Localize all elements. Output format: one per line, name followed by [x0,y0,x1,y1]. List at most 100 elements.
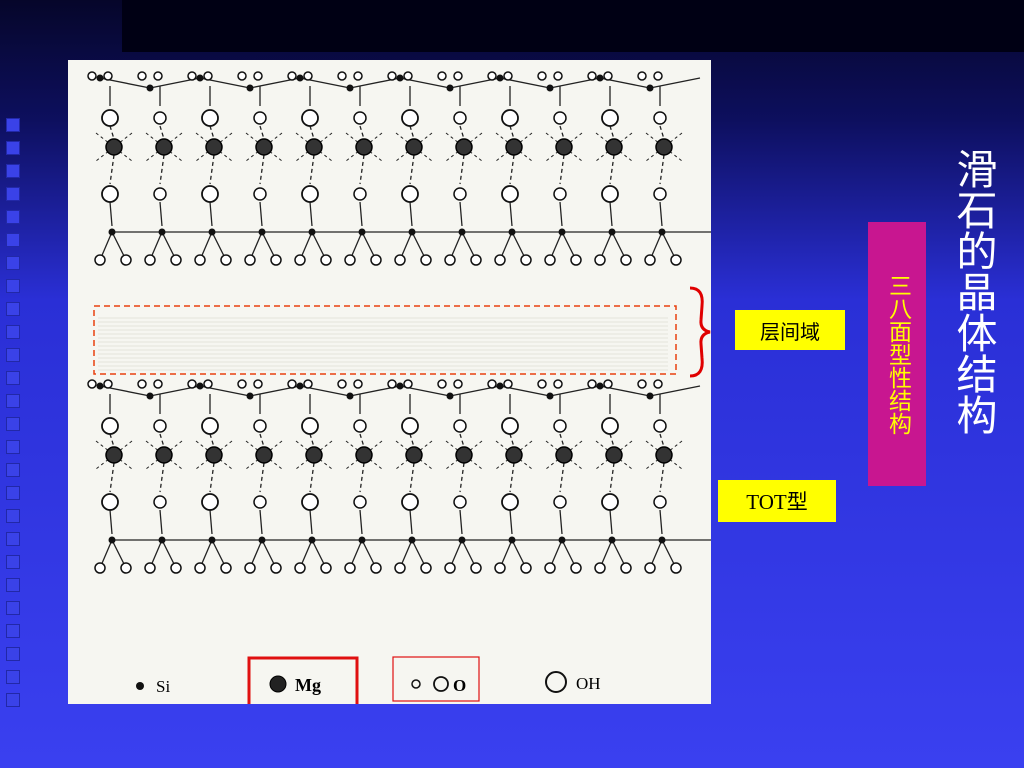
o-atom [544,254,556,266]
legend: Si Mg O OH [136,656,601,704]
bond [309,125,315,140]
si-atom [308,228,316,236]
mg-atom [355,446,373,464]
bond [559,509,563,535]
si-atom [608,536,616,544]
bond [209,125,215,140]
bond [509,509,513,535]
o-atom [170,254,182,266]
bond [609,125,615,140]
o-atom [94,254,106,266]
oh-atom [101,185,119,203]
si-atom [658,228,666,236]
bond [109,433,115,448]
bond [159,154,165,185]
si-atom [596,74,604,82]
legend-o-label: O [453,676,466,695]
interlayer-label: 层间域 [735,310,845,350]
mg-atom [455,138,473,156]
bond [559,154,565,185]
bond [609,433,615,448]
mg-atom [555,138,573,156]
o-atom [387,379,397,389]
o-atom [487,71,497,81]
si-atom [258,536,266,544]
bond [659,462,665,493]
o-atom [253,71,263,81]
bond [409,125,415,140]
bond [459,509,463,535]
si-atom [146,84,154,92]
si-atom [408,228,416,236]
mg-atom [155,446,173,464]
o-atom [144,562,156,574]
bond [609,154,615,185]
oh-atom [201,185,219,203]
oh-atom [301,109,319,127]
si-atom [558,228,566,236]
oh-atom [301,493,319,511]
o-atom [444,254,456,266]
si-atom [146,392,154,400]
bond [559,433,565,448]
si-atom [646,84,654,92]
oh-atom [101,417,119,435]
oh-atom [501,493,519,511]
si-atom [446,392,454,400]
bond [459,125,465,140]
o-atom [194,562,206,574]
oh-atom [401,185,419,203]
si-atom [346,84,354,92]
legend-o-icon [433,676,449,692]
bond [409,433,415,448]
mg-atom [555,446,573,464]
o-atom [153,379,163,389]
o-atom [553,111,567,125]
si-atom [96,382,104,390]
o-atom [653,187,667,201]
o-atom [444,562,456,574]
o-atom [637,379,647,389]
top-dark-bar [122,0,1024,52]
si-atom [508,536,516,544]
o-atom [194,254,206,266]
si-atom [508,228,516,236]
mg-atom [255,446,273,464]
mg-atom [305,446,323,464]
mg-atom [455,446,473,464]
bond [159,462,165,493]
o-atom [353,419,367,433]
si-atom [446,84,454,92]
legend-si-icon [136,682,144,690]
o-atom [520,254,532,266]
si-atom [96,74,104,82]
o-atom [644,254,656,266]
bond [209,509,213,535]
bond [409,154,415,185]
si-atom [296,382,304,390]
slide-title: 滑石的晶体结构 [949,148,997,435]
o-atom [653,111,667,125]
o-atom [187,379,197,389]
si-atom [396,74,404,82]
o-atom [453,187,467,201]
o-atom [387,71,397,81]
oh-atom [601,493,619,511]
si-atom [408,536,416,544]
o-atom [237,379,247,389]
o-atom [553,379,563,389]
o-atom [353,71,363,81]
si-atom [108,228,116,236]
o-atom [494,562,506,574]
oh-atom [201,417,219,435]
o-atom [653,71,663,81]
o-atom [270,254,282,266]
bond [609,462,615,493]
o-atom [653,379,663,389]
o-atom [503,379,513,389]
bond [559,462,565,493]
o-atom [203,71,213,81]
bond [159,433,165,448]
o-atom [470,254,482,266]
o-atom [544,562,556,574]
